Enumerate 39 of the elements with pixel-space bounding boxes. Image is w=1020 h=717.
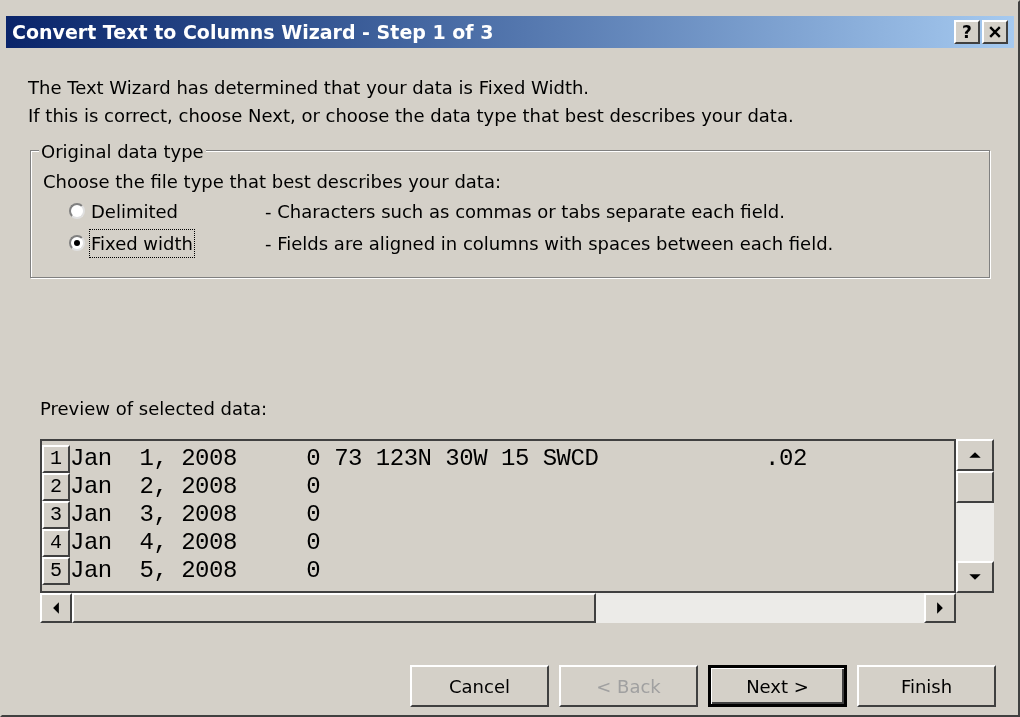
row-number: 5 (42, 557, 70, 585)
option-description: - Characters such as commas or tabs separate each field. (265, 199, 785, 224)
scroll-right-button[interactable] (924, 593, 956, 623)
preview-row: Jan 2, 2008 0 (70, 473, 321, 501)
intro-text: The Text Wizard has determined that your data is Fixed Width. (28, 76, 591, 100)
close-button[interactable] (982, 20, 1008, 44)
dialog-button[interactable]: Next > (708, 665, 847, 707)
row-number: 4 (42, 529, 70, 557)
row-number: 2 (42, 473, 70, 501)
radio-button[interactable] (69, 203, 85, 219)
close-icon (989, 26, 1001, 38)
intro-text: If this is correct, choose Next, or choose the data type that best describes your data. (28, 104, 795, 128)
preview-row: Jan 4, 2008 0 (70, 529, 321, 557)
row-number: 1 (42, 445, 70, 473)
prompt-text: Choose the file type that best describes your data: (43, 170, 502, 194)
scroll-down-button[interactable] (956, 561, 994, 593)
radio-button[interactable] (69, 235, 85, 251)
help-button[interactable]: ? (954, 20, 980, 44)
preview-label: Preview of selected data: (40, 397, 269, 421)
horizontal-scrollbar[interactable] (40, 593, 956, 623)
left-arrow-icon (52, 602, 60, 614)
down-arrow-icon (969, 573, 981, 581)
radio-label[interactable]: Fixed width (89, 228, 195, 258)
dialog-button[interactable]: Cancel (410, 665, 549, 707)
preview-row: Jan 5, 2008 0 (70, 557, 321, 585)
up-arrow-icon (969, 451, 981, 459)
row-number: 3 (42, 501, 70, 529)
scroll-thumb[interactable] (72, 593, 596, 623)
radio-label[interactable]: Delimited (89, 196, 181, 226)
scroll-up-button[interactable] (956, 439, 994, 471)
scroll-left-button[interactable] (40, 593, 72, 623)
dialog-button[interactable]: Finish (857, 665, 996, 707)
vertical-scrollbar[interactable] (956, 439, 994, 593)
window-title: Convert Text to Columns Wizard - Step 1 of 3 (12, 19, 495, 45)
preview-row: Jan 3, 2008 0 (70, 501, 321, 529)
option-description: - Fields are aligned in columns with spaces between each field. (265, 231, 834, 256)
right-arrow-icon (936, 602, 944, 614)
scroll-thumb[interactable] (956, 471, 994, 503)
preview-row: Jan 1, 2008 0 73 123N 30W 15 SWCD .02 (70, 445, 807, 473)
